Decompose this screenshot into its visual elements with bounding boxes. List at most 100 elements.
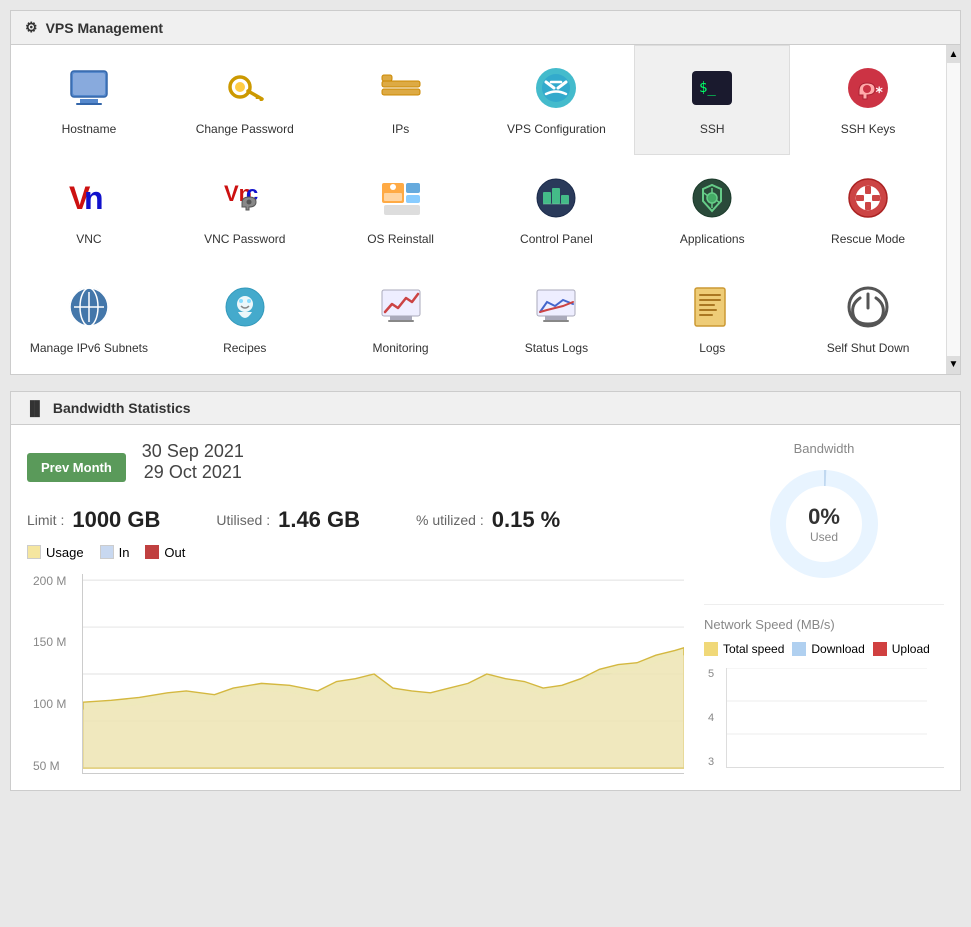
key-icon bbox=[219, 62, 271, 114]
legend-out-box bbox=[145, 545, 159, 559]
status-logs-icon bbox=[530, 281, 582, 333]
vps-item-vnc-password[interactable]: Vnc VNC Password bbox=[167, 155, 323, 265]
date-range: 30 Sep 2021 29 Oct 2021 bbox=[142, 441, 244, 483]
rescue-icon bbox=[842, 172, 894, 224]
donut-container: Bandwidth 0% Used bbox=[704, 441, 944, 584]
legend-row: Usage In Out bbox=[27, 545, 684, 560]
vps-grid-wrapper: Hostname Change Password IPs VPS Configu… bbox=[11, 45, 960, 374]
vps-item-label-ssh-keys: SSH Keys bbox=[841, 122, 896, 138]
speed-legend-upload: Upload bbox=[873, 642, 930, 656]
controls-row: Prev Month 30 Sep 2021 29 Oct 2021 bbox=[27, 441, 684, 495]
monitoring-icon bbox=[375, 281, 427, 333]
applications-icon bbox=[686, 172, 738, 224]
vps-item-manage-ipv6[interactable]: Manage IPv6 Subnets bbox=[11, 264, 167, 374]
utilized-pct-label: % utilized : bbox=[416, 512, 484, 528]
y-label-200: 200 M bbox=[33, 574, 66, 588]
bandwidth-chart-wrapper: 200 M 150 M 100 M 50 M bbox=[82, 574, 684, 774]
limit-label: Limit : bbox=[27, 512, 64, 528]
vps-item-recipes[interactable]: Recipes bbox=[167, 264, 323, 374]
bandwidth-title: Bandwidth Statistics bbox=[53, 400, 191, 416]
vps-item-status-logs[interactable]: Status Logs bbox=[478, 264, 634, 374]
network-speed-section: Network Speed (MB/s) Total speed Downloa… bbox=[704, 604, 944, 768]
vps-item-monitoring[interactable]: Monitoring bbox=[323, 264, 479, 374]
bandwidth-chart-svg bbox=[83, 574, 684, 774]
vps-item-label-status-logs: Status Logs bbox=[525, 341, 588, 357]
y-axis-labels: 200 M 150 M 100 M 50 M bbox=[33, 574, 66, 773]
speed-chart-svg bbox=[727, 668, 944, 768]
svg-text:$_: $_ bbox=[699, 80, 716, 96]
vps-item-logs[interactable]: Logs bbox=[634, 264, 790, 374]
date-start: 30 Sep 2021 bbox=[142, 441, 244, 462]
legend-out-label: Out bbox=[164, 545, 185, 560]
vps-item-applications[interactable]: Applications bbox=[634, 155, 790, 265]
network-icon bbox=[375, 62, 427, 114]
speed-total-box bbox=[704, 642, 718, 656]
donut-title: Bandwidth bbox=[794, 441, 855, 456]
speed-download-label: Download bbox=[811, 642, 864, 656]
terminal-icon: $_ bbox=[686, 62, 738, 114]
svg-text:n: n bbox=[84, 180, 104, 216]
legend-out: Out bbox=[145, 545, 185, 560]
os-reinstall-icon bbox=[375, 172, 427, 224]
speed-y-5: 5 bbox=[708, 668, 714, 680]
speed-y-labels: 5 4 3 bbox=[708, 668, 714, 768]
vps-item-os-reinstall[interactable]: OS Reinstall bbox=[323, 155, 479, 265]
vps-item-hostname[interactable]: Hostname bbox=[11, 45, 167, 155]
legend-usage: Usage bbox=[27, 545, 84, 560]
vps-item-label-monitoring: Monitoring bbox=[373, 341, 429, 357]
vps-item-ips[interactable]: IPs bbox=[323, 45, 479, 155]
vps-grid-scroll[interactable]: Hostname Change Password IPs VPS Configu… bbox=[11, 45, 946, 374]
vps-item-vps-configuration[interactable]: VPS Configuration bbox=[478, 45, 634, 155]
vps-item-ssh-keys[interactable]: * SSH Keys bbox=[790, 45, 946, 155]
vps-item-change-password[interactable]: Change Password bbox=[167, 45, 323, 155]
utilised-label: Utilised : bbox=[216, 512, 270, 528]
bandwidth-right: Bandwidth 0% Used Network Speed (MB/s) bbox=[704, 441, 944, 774]
bandwidth-panel: ▐▌ Bandwidth Statistics Prev Month 30 Se… bbox=[10, 391, 961, 791]
speed-upload-label: Upload bbox=[892, 642, 930, 656]
vps-item-label-recipes: Recipes bbox=[223, 341, 266, 357]
prev-month-button[interactable]: Prev Month bbox=[27, 453, 126, 482]
speed-chart-wrapper: 5 4 3 bbox=[726, 668, 944, 768]
vps-item-vnc[interactable]: Vn VNC bbox=[11, 155, 167, 265]
vps-item-label-self-shut-down: Self Shut Down bbox=[827, 341, 910, 357]
donut-used-label: Used bbox=[808, 530, 840, 544]
scroll-thumb bbox=[947, 63, 960, 356]
vps-item-label-manage-ipv6: Manage IPv6 Subnets bbox=[30, 341, 148, 357]
chart-icon: ▐▌ bbox=[25, 400, 45, 416]
speed-y-3: 3 bbox=[708, 756, 714, 768]
vps-item-label-vnc-password: VNC Password bbox=[204, 232, 285, 248]
speed-legend: Total speed Download Upload bbox=[704, 642, 944, 656]
vps-item-label-control-panel: Control Panel bbox=[520, 232, 593, 248]
vnc-password-icon: Vnc bbox=[219, 172, 271, 224]
donut-percent: 0% bbox=[808, 504, 840, 530]
vps-item-rescue-mode[interactable]: Rescue Mode bbox=[790, 155, 946, 265]
monitor-icon bbox=[63, 62, 115, 114]
vps-item-self-shut-down[interactable]: Self Shut Down bbox=[790, 264, 946, 374]
vps-item-label-rescue-mode: Rescue Mode bbox=[831, 232, 905, 248]
vps-item-label-logs: Logs bbox=[699, 341, 725, 357]
scroll-down-button[interactable]: ▼ bbox=[947, 356, 960, 374]
vps-item-label-hostname: Hostname bbox=[62, 122, 117, 138]
ipv6-icon bbox=[63, 281, 115, 333]
control-panel-icon bbox=[530, 172, 582, 224]
donut-wrapper: 0% Used bbox=[764, 464, 884, 584]
vps-item-label-vnc: VNC bbox=[76, 232, 101, 248]
vps-item-label-os-reinstall: OS Reinstall bbox=[367, 232, 434, 248]
vps-item-label-ssh: SSH bbox=[700, 122, 725, 138]
vps-item-ssh[interactable]: $_ SSH bbox=[634, 45, 790, 155]
utilised-value: 1.46 GB bbox=[278, 507, 360, 533]
speed-upload-box bbox=[873, 642, 887, 656]
utilized-pct-value: 0.15 % bbox=[492, 507, 561, 533]
y-label-100: 100 M bbox=[33, 697, 66, 711]
scroll-up-button[interactable]: ▲ bbox=[947, 45, 960, 63]
settings-scissors-icon bbox=[530, 62, 582, 114]
vps-management-panel: ⚙ VPS Management Hostname Change Passwor… bbox=[10, 10, 961, 375]
vps-item-label-vps-configuration: VPS Configuration bbox=[507, 122, 606, 138]
legend-in-label: In bbox=[119, 545, 130, 560]
stats-row: Limit : 1000 GB Utilised : 1.46 GB % uti… bbox=[27, 507, 684, 533]
speed-legend-download: Download bbox=[792, 642, 864, 656]
recipes-icon bbox=[219, 281, 271, 333]
limit-value: 1000 GB bbox=[72, 507, 160, 533]
vps-scrollbar: ▲ ▼ bbox=[946, 45, 960, 374]
vps-item-control-panel[interactable]: Control Panel bbox=[478, 155, 634, 265]
